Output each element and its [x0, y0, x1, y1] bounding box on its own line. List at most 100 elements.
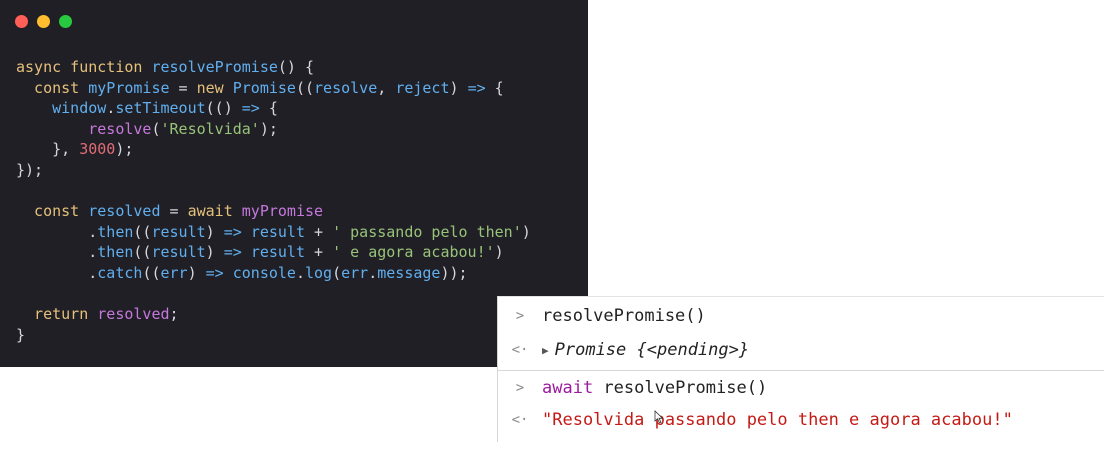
code-line: }, 3000);	[16, 139, 531, 160]
code-token: resolve	[16, 119, 152, 138]
code-line: resolve('Resolvida');	[16, 119, 531, 140]
code-token: resolved	[97, 305, 170, 324]
code-token: return	[16, 305, 98, 324]
code-token: () {	[277, 58, 315, 76]
code-token: =>	[467, 78, 486, 97]
console-input-row[interactable]: > await resolvePromise()	[498, 370, 1104, 405]
console-output-type: Promise	[554, 340, 627, 360]
code-line: window.setTimeout(() => {	[16, 98, 531, 119]
code-token: .	[368, 263, 378, 282]
code-token: );	[115, 140, 134, 159]
code-block: async function resolvePromise() { const …	[16, 57, 531, 345]
code-token: ' e agora acabou!'	[332, 243, 495, 262]
chevron-right-icon: >	[515, 380, 525, 396]
code-token: },	[16, 140, 80, 159]
code-line: .then((result) => result + ' e agora aca…	[16, 242, 531, 263]
code-token: ((	[295, 78, 315, 97]
return-arrow-icon: <·	[511, 342, 529, 358]
code-token: {	[485, 78, 504, 97]
code-token: )	[205, 243, 224, 262]
code-token: =>	[223, 222, 242, 241]
devtools-console[interactable]: > resolvePromise() <· ▶ Promise {<pendin…	[497, 296, 1104, 442]
code-token: result	[250, 222, 305, 241]
code-token: 'Resolvida'	[160, 119, 260, 138]
code-token: )	[449, 78, 468, 97]
code-token: ' passando pelo then'	[332, 222, 522, 241]
code-token: result	[250, 243, 305, 262]
code-token: const	[16, 78, 89, 97]
console-output-row[interactable]: <· ▶ Promise {<pending>}	[498, 333, 1104, 367]
code-token: ,	[377, 78, 396, 97]
code-token: err	[160, 263, 188, 282]
code-token: .	[16, 222, 98, 241]
code-line: async function resolvePromise() {	[16, 57, 531, 78]
mouse-cursor-icon	[654, 410, 664, 424]
code-line: });	[16, 160, 531, 181]
code-token: );	[259, 119, 278, 138]
code-token: log	[305, 263, 333, 282]
code-token: 3000	[79, 140, 116, 159]
code-token: new	[196, 78, 233, 97]
code-token: }	[16, 325, 26, 344]
code-token: =	[160, 202, 188, 221]
console-command: resolvePromise()	[593, 378, 768, 398]
code-token: {	[259, 99, 278, 118]
minimize-window-button[interactable]	[37, 15, 50, 28]
code-token: +	[305, 243, 333, 262]
code-token: ((	[142, 263, 161, 282]
code-line: }	[16, 325, 531, 346]
code-token: =>	[223, 243, 242, 262]
code-token: result	[151, 222, 206, 241]
code-token: +	[305, 222, 333, 241]
code-line: .catch((err) => console.log(err.message)…	[16, 263, 531, 284]
chevron-right-icon: >	[515, 308, 525, 324]
code-token: reject	[395, 78, 450, 97]
code-token: resolve	[314, 78, 378, 97]
zoom-window-button[interactable]	[59, 15, 72, 28]
code-token: ;	[169, 305, 179, 324]
code-token: .	[295, 263, 305, 282]
code-token: )	[205, 222, 224, 241]
return-arrow-icon: <·	[511, 412, 529, 428]
code-token: resolved	[88, 202, 161, 221]
code-line: .then((result) => result + ' passando pe…	[16, 222, 531, 243]
code-token: console	[232, 263, 296, 282]
code-token: (	[332, 263, 342, 282]
code-token: });	[16, 160, 44, 179]
code-token: )	[494, 243, 504, 262]
code-token: then	[97, 243, 134, 262]
code-token: (	[151, 119, 161, 138]
code-token: result	[151, 243, 206, 262]
console-command: resolvePromise()	[542, 306, 706, 326]
code-line: const resolved = await myPromise	[16, 201, 531, 222]
code-token: .	[16, 243, 98, 262]
code-line: return resolved;	[16, 304, 531, 325]
code-token: =>	[241, 99, 260, 118]
code-token: =	[169, 78, 197, 97]
close-window-button[interactable]	[15, 15, 28, 28]
code-token: setTimeout	[115, 99, 206, 118]
code-token: Promise	[232, 78, 296, 97]
code-token: ));	[440, 263, 468, 282]
code-token: async function	[16, 58, 152, 76]
console-output-row[interactable]: <· "Resolvida passando pelo then e agora…	[498, 403, 1104, 437]
console-input-row[interactable]: > resolvePromise()	[498, 299, 1104, 333]
expand-triangle-icon[interactable]: ▶	[542, 344, 549, 357]
code-token: )	[521, 222, 531, 241]
code-token: myPromise	[88, 78, 170, 97]
window-controls	[15, 15, 72, 28]
code-token: catch	[97, 263, 143, 282]
code-token: await	[187, 202, 242, 221]
console-output-value: {<pending>}	[626, 340, 750, 360]
code-token: ((	[133, 243, 152, 262]
code-token: (()	[205, 99, 242, 118]
code-token: myPromise	[241, 202, 324, 221]
code-token: .	[16, 263, 98, 282]
code-token: then	[97, 222, 134, 241]
code-token: message	[377, 263, 441, 282]
console-output-string: "Resolvida passando pelo then e agora ac…	[542, 410, 1013, 430]
